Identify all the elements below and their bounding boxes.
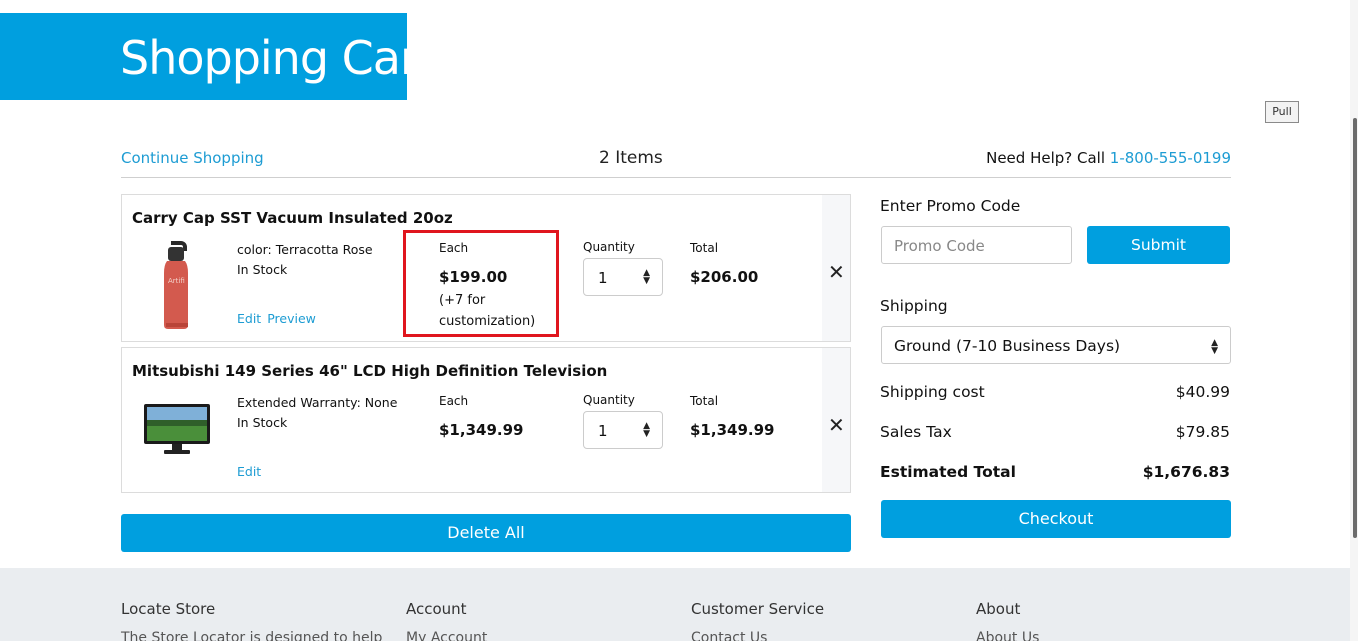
footer-text: The Store Locator is designed to help: [121, 630, 383, 641]
estimated-total-value: $1,676.83: [1142, 463, 1230, 481]
quantity-select[interactable]: 1 ▲ ▼: [583, 411, 663, 449]
preview-link[interactable]: Preview: [267, 311, 316, 326]
select-arrows-icon: ▲ ▼: [643, 421, 650, 439]
footer-heading-about[interactable]: About: [976, 600, 1020, 618]
item-actions: Edit: [237, 464, 267, 479]
item-total: $1,349.99: [690, 421, 775, 439]
cart-topbar: Continue Shopping 2 Items Need Help? Cal…: [121, 146, 1231, 178]
shipping-method-value: Ground (7-10 Business Days): [894, 337, 1121, 355]
submit-promo-button[interactable]: Submit: [1087, 226, 1230, 264]
footer-heading-locate-store[interactable]: Locate Store: [121, 600, 215, 618]
item-option: color: Terracotta Rose: [237, 242, 373, 257]
footer-link-contact-us[interactable]: Contact Us: [691, 630, 767, 641]
promo-code-label: Enter Promo Code: [880, 197, 1021, 215]
quantity-label: Quantity: [583, 393, 635, 407]
item-option: Extended Warranty: None: [237, 395, 398, 410]
page-header-banner: Shopping Cart: [0, 13, 436, 100]
help-label: Need Help? Call: [986, 149, 1110, 167]
footer-link-my-account[interactable]: My Account: [406, 630, 487, 641]
select-arrows-icon: ▲ ▼: [643, 268, 650, 286]
page-title: Shopping Cart: [120, 31, 436, 85]
item-stock: In Stock: [237, 262, 288, 277]
quantity-value: 1: [598, 422, 608, 440]
select-arrows-icon: ▲ ▼: [1211, 338, 1218, 356]
sales-tax-row: Sales Tax $79.85: [880, 423, 1230, 441]
footer-heading-customer-service[interactable]: Customer Service: [691, 600, 824, 618]
item-count: 2 Items: [599, 148, 663, 168]
help-text: Need Help? Call 1-800-555-0199: [986, 149, 1231, 167]
price-highlight-box: [403, 230, 559, 337]
item-total: $206.00: [690, 268, 759, 286]
footer-link-about-us[interactable]: About Us: [976, 630, 1039, 641]
scrollbar-thumb[interactable]: [1353, 118, 1357, 538]
item-title: Mitsubishi 149 Series 46" LCD High Defin…: [132, 362, 608, 380]
product-image-bottle: Artifi: [160, 239, 194, 335]
pull-button[interactable]: Pull: [1265, 101, 1299, 123]
estimated-total-label: Estimated Total: [880, 463, 1016, 481]
total-label: Total: [690, 394, 719, 408]
shipping-cost-label: Shipping cost: [880, 383, 985, 401]
each-label: Each: [439, 394, 469, 408]
edit-link[interactable]: Edit: [237, 311, 261, 326]
footer-heading-account[interactable]: Account: [406, 600, 467, 618]
cart-item: Mitsubishi 149 Series 46" LCD High Defin…: [121, 347, 851, 493]
shipping-cost-value: $40.99: [1175, 383, 1230, 401]
quantity-value: 1: [598, 269, 608, 287]
shipping-cost-row: Shipping cost $40.99: [880, 383, 1230, 401]
help-phone-link[interactable]: 1-800-555-0199: [1110, 149, 1231, 167]
continue-shopping-link[interactable]: Continue Shopping: [121, 149, 264, 167]
promo-code-input[interactable]: Promo Code: [881, 226, 1072, 264]
item-title: Carry Cap SST Vacuum Insulated 20oz: [132, 209, 453, 227]
shipping-method-select[interactable]: Ground (7-10 Business Days) ▲ ▼: [881, 326, 1231, 364]
footer: Locate Store The Store Locator is design…: [0, 568, 1350, 641]
each-price: $1,349.99: [439, 421, 524, 439]
estimated-total-row: Estimated Total $1,676.83: [880, 463, 1230, 481]
close-icon[interactable]: ✕: [828, 260, 845, 284]
item-actions: Edit Preview: [237, 311, 322, 326]
close-icon[interactable]: ✕: [828, 413, 845, 437]
product-image-tv: [142, 402, 212, 462]
sales-tax-value: $79.85: [1175, 423, 1230, 441]
item-stock: In Stock: [237, 415, 288, 430]
checkout-button[interactable]: Checkout: [881, 500, 1231, 538]
delete-all-button[interactable]: Delete All: [121, 514, 851, 552]
edit-link[interactable]: Edit: [237, 464, 261, 479]
bottle-print-text: Artifi: [168, 277, 185, 285]
total-label: Total: [690, 241, 719, 255]
sales-tax-label: Sales Tax: [880, 423, 952, 441]
quantity-select[interactable]: 1 ▲ ▼: [583, 258, 663, 296]
shipping-label: Shipping: [880, 297, 948, 315]
quantity-label: Quantity: [583, 240, 635, 254]
